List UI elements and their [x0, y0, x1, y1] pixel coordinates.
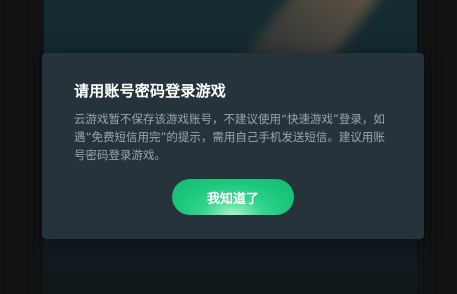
confirm-button[interactable]: 我知道了	[172, 179, 294, 215]
login-notice-dialog: 请用账号密码登录游戏 云游戏暂不保存该游戏账号，不建议使用“快速游戏”登录，如遇…	[42, 53, 424, 239]
dialog-title: 请用账号密码登录游戏	[74, 82, 227, 100]
dialog-message: 云游戏暂不保存该游戏账号，不建议使用“快速游戏”登录，如遇“免费短信用完”的提示…	[74, 112, 385, 162]
